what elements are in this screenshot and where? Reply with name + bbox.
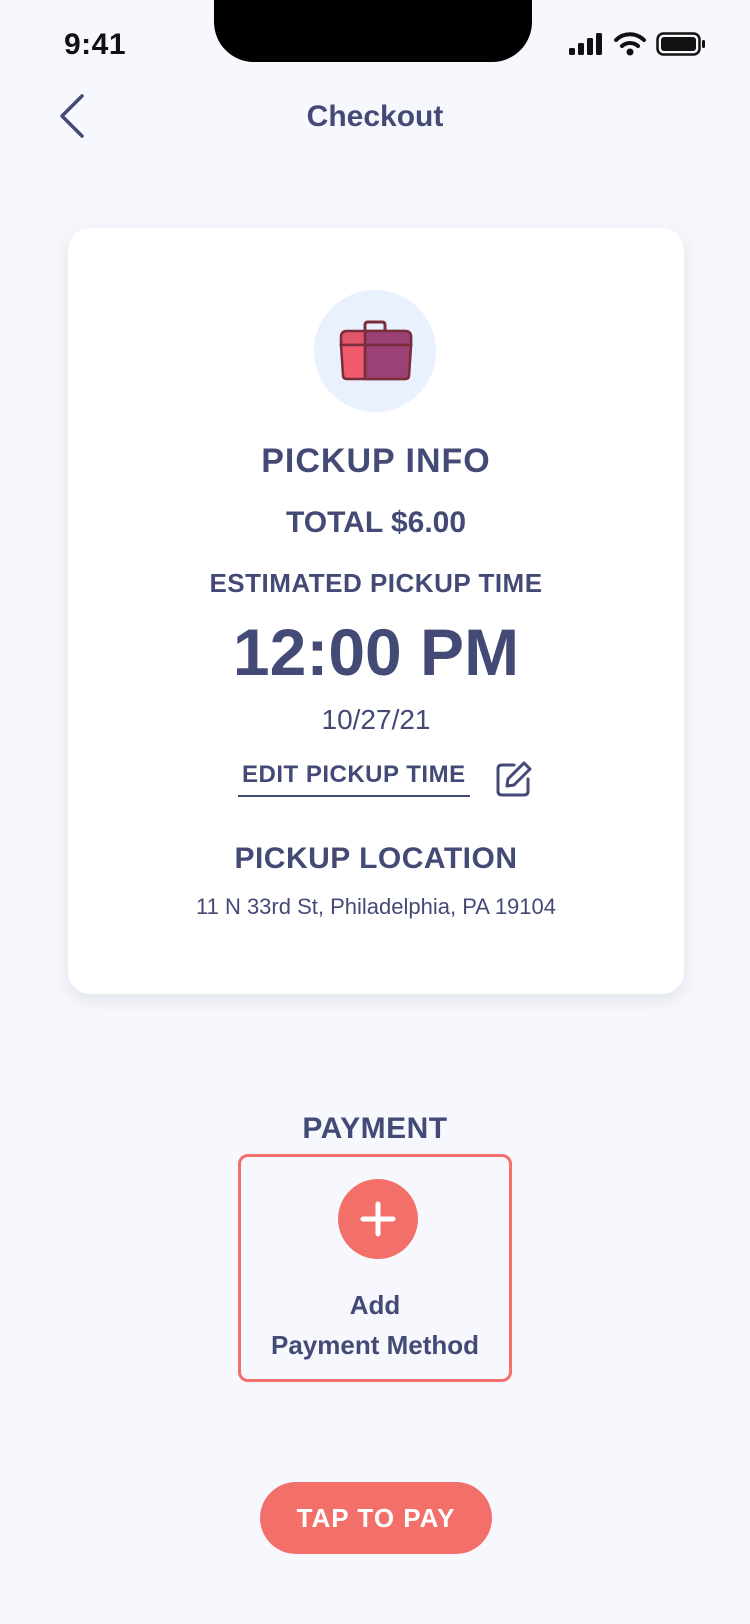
pickup-info-card: PICKUP INFO TOTAL $6.00 ESTIMATED PICKUP… bbox=[68, 228, 684, 994]
add-payment-label-line2: Payment Method bbox=[270, 1330, 480, 1360]
pickup-info-heading: PICKUP INFO bbox=[261, 442, 491, 480]
edit-pickup-time-link[interactable]: EDIT PICKUP TIME bbox=[238, 761, 470, 797]
pickup-address: 11 N 33rd St, Philadelphia, PA 19104 bbox=[196, 894, 556, 919]
device-notch bbox=[214, 0, 532, 62]
payment-heading: PAYMENT bbox=[302, 1112, 448, 1145]
page-title: Checkout bbox=[306, 100, 444, 133]
edit-pencil-icon[interactable] bbox=[494, 759, 534, 799]
edit-pickup-row: EDIT PICKUP TIME bbox=[238, 756, 534, 802]
pickup-location-heading: PICKUP LOCATION bbox=[234, 842, 518, 875]
add-payment-label: Add Payment Method bbox=[241, 1285, 509, 1365]
lunchbox-icon bbox=[339, 320, 413, 381]
battery-icon bbox=[656, 32, 705, 56]
pickup-time: 12:00 PM bbox=[232, 615, 520, 689]
signal-icon bbox=[569, 33, 602, 55]
order-total: TOTAL $6.00 bbox=[285, 506, 467, 539]
plus-icon bbox=[360, 1201, 396, 1237]
status-time: 9:41 bbox=[64, 28, 127, 61]
estimated-pickup-label: ESTIMATED PICKUP TIME bbox=[209, 568, 543, 598]
pickup-date: 10/27/21 bbox=[321, 704, 431, 735]
add-payment-method-button[interactable]: Add Payment Method bbox=[238, 1154, 512, 1382]
status-icons bbox=[568, 32, 706, 56]
tap-to-pay-button[interactable]: TAP TO PAY bbox=[260, 1482, 492, 1554]
wifi-icon bbox=[614, 32, 646, 56]
plus-circle bbox=[338, 1179, 418, 1259]
lunchbox-icon-badge bbox=[314, 290, 436, 412]
add-payment-label-line1: Add bbox=[349, 1290, 401, 1320]
checkout-screen: 9:41 Checkout PICKUP INFO TOTAL $6.00 ES… bbox=[0, 0, 750, 1624]
